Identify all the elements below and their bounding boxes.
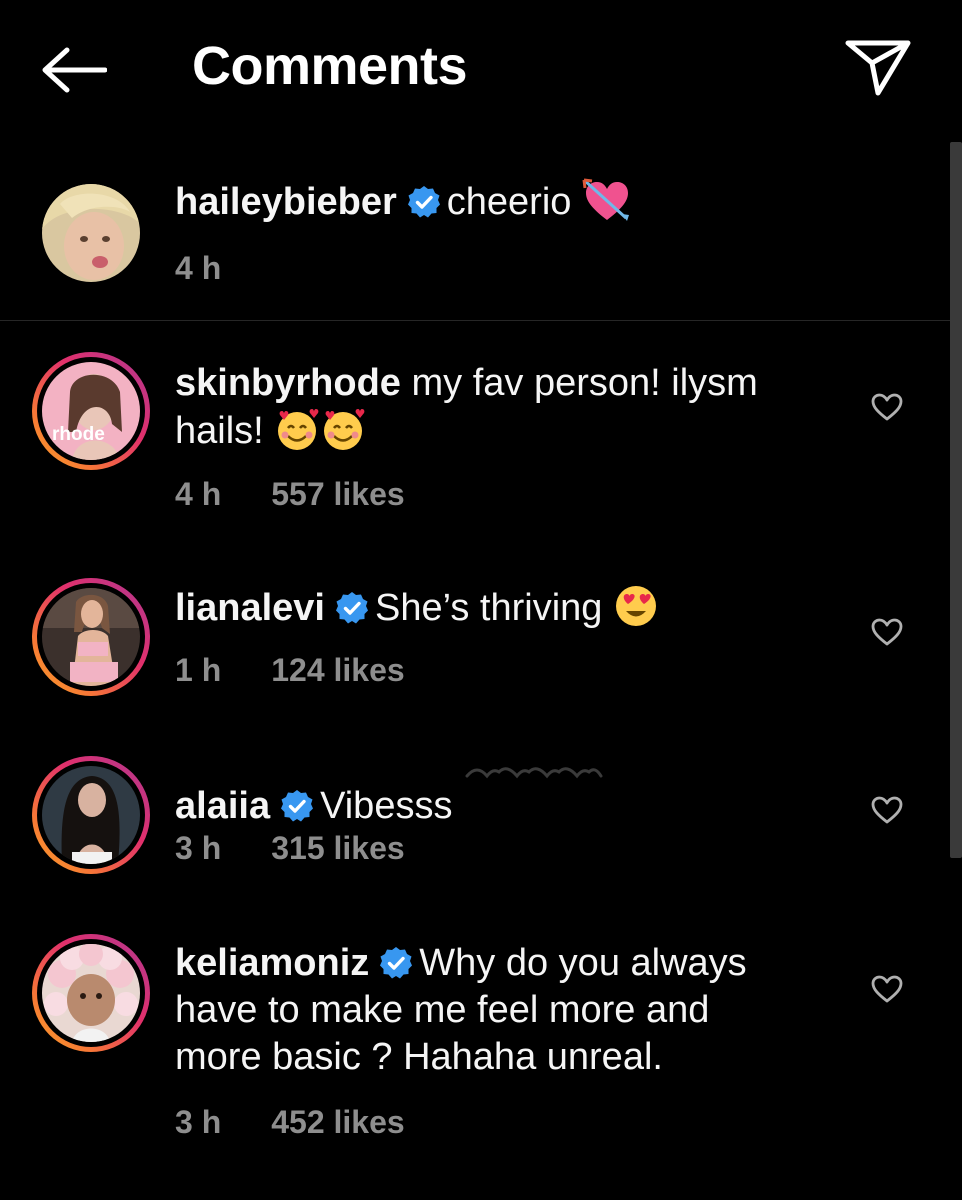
page-title: Comments <box>192 36 468 96</box>
likes-count[interactable]: 315 likes <box>271 830 404 866</box>
caption-body: cheerio <box>446 181 572 223</box>
timestamp: 1 h <box>175 652 222 688</box>
scrollbar[interactable] <box>950 142 962 858</box>
comment-text: alaiia Vibesss <box>175 762 795 830</box>
likes-count[interactable]: 452 likes <box>271 1104 404 1140</box>
timestamp: 4 h <box>175 250 222 286</box>
like-button[interactable] <box>864 609 910 655</box>
top-bar: Comments <box>0 0 962 140</box>
arrow-left-icon <box>42 47 107 93</box>
likes-count[interactable]: 124 likes <box>271 652 404 688</box>
comment-text: lianalevi She’s thriving <box>175 584 795 632</box>
smiling-face-with-hearts-emoji-icon <box>278 409 319 450</box>
verified-badge-icon <box>380 947 413 979</box>
verified-badge-icon <box>407 186 440 218</box>
comment-username[interactable]: alaiia <box>175 785 270 827</box>
avatar <box>42 766 140 864</box>
avatar-image <box>42 766 140 864</box>
comment-username[interactable]: keliamoniz <box>175 942 369 984</box>
comment-username[interactable]: lianalevi <box>175 587 325 629</box>
avatar-image <box>42 588 140 686</box>
heart-outline-icon <box>871 618 903 646</box>
avatar <box>42 944 140 1042</box>
avatar-image <box>42 184 140 282</box>
comment-text: keliamoniz Why do you always have to make… <box>175 940 795 1081</box>
heart-outline-icon <box>871 393 903 421</box>
post-caption: haileybieber cheerio 4 h <box>0 160 950 320</box>
verified-badge-icon <box>335 592 368 624</box>
heart-eyes-emoji-icon <box>615 586 656 626</box>
like-button[interactable] <box>864 787 910 833</box>
likes-count[interactable]: 557 likes <box>271 476 404 512</box>
timestamp: 3 h <box>175 1104 222 1140</box>
avatar-story-ring[interactable] <box>32 934 150 1052</box>
comment-meta: 3 h 452 likes <box>175 1102 405 1142</box>
comment-meta: 1 h 124 likes <box>175 650 405 690</box>
comment-item: keliamoniz Why do you always have to make… <box>0 934 950 1154</box>
avatar-image <box>42 944 140 1042</box>
heart-outline-icon <box>871 796 903 824</box>
comment-body: Vibesss <box>320 785 453 827</box>
avatar-image: rhode <box>42 362 140 460</box>
caption-username[interactable]: haileybieber <box>175 181 397 223</box>
avatar-story-ring[interactable]: rhode <box>32 352 150 470</box>
comment-meta: 3 h 315 likes <box>175 828 405 868</box>
like-button[interactable] <box>864 384 910 430</box>
comment-item: lianalevi She’s thriving 1 h 124 likes <box>0 578 950 708</box>
paper-plane-icon <box>845 40 911 96</box>
comment-meta: 4 h 557 likes <box>175 474 405 514</box>
svg-text:rhode: rhode <box>52 424 105 445</box>
smiling-face-with-hearts-emoji-icon <box>324 409 365 450</box>
comment-item: rhode skinbyrhode my fav person! ilysm h… <box>0 352 950 512</box>
comment-body: She’s thriving <box>374 587 603 629</box>
divider <box>0 320 950 321</box>
heart-with-arrow-emoji-icon <box>582 178 629 221</box>
avatar[interactable] <box>42 184 140 282</box>
heart-outline-icon <box>871 975 903 1003</box>
verified-badge-icon <box>281 790 314 822</box>
comment-username[interactable]: skinbyrhode <box>175 362 401 404</box>
avatar: rhode <box>42 362 140 460</box>
back-button[interactable] <box>38 38 110 102</box>
timestamp: 3 h <box>175 830 222 866</box>
avatar-story-ring[interactable] <box>32 756 150 874</box>
share-button[interactable] <box>838 30 918 106</box>
comment-item: alaiia Vibesss 3 h 315 likes <box>0 756 950 886</box>
avatar-story-ring[interactable] <box>32 578 150 696</box>
caption-text: haileybieber cheerio <box>175 178 795 226</box>
timestamp: 4 h <box>175 476 222 512</box>
comment-text: skinbyrhode my fav person! ilysm hails! <box>175 360 795 455</box>
caption-meta: 4 h <box>175 248 221 288</box>
avatar <box>42 588 140 686</box>
curly-loop-emoji-icon <box>465 767 603 779</box>
like-button[interactable] <box>864 966 910 1012</box>
